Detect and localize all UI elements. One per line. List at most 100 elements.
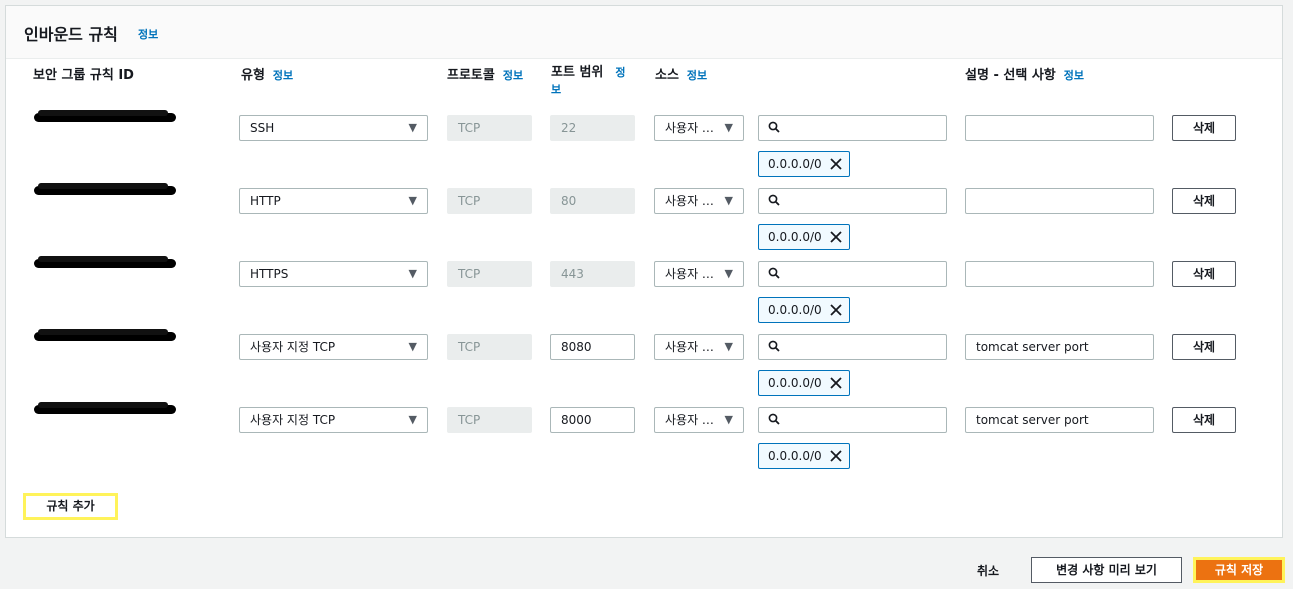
caret-down-icon: ▼ [408,340,417,353]
delete-rule-button[interactable]: 삭제 [1172,334,1236,360]
source-select[interactable]: 사용자 … ▼ [654,115,744,141]
cidr-search-input[interactable] [758,188,947,214]
panel-info-link[interactable]: 정보 [138,26,158,42]
search-icon [768,340,780,352]
type-select[interactable]: HTTPS ▼ [239,261,428,287]
type-value: 사용자 지정 TCP [250,413,336,427]
cidr-search-input[interactable] [758,407,947,433]
cidr-chip: 0.0.0.0/0 [758,443,850,469]
port-value: 22 [561,121,577,135]
cidr-search-input[interactable] [758,115,947,141]
protocol-field: TCP [447,188,532,214]
panel-header: 인바운드 규칙 정보 [6,6,1282,59]
colhead-description: 설명 - 선택 사항 정보 [965,64,1084,83]
source-select[interactable]: 사용자 … ▼ [654,407,744,433]
search-icon [768,267,780,279]
delete-rule-button[interactable]: 삭제 [1172,407,1236,433]
description-input[interactable]: tomcat server port [965,334,1154,360]
protocol-value: TCP [458,340,481,354]
colhead-type: 유형 정보 [241,64,293,83]
cidr-value: 0.0.0.0/0 [768,230,822,244]
colhead-rule-id: 보안 그룹 규칙 ID [33,68,134,83]
description-input[interactable] [965,115,1154,141]
port-value: 8000 [561,413,592,427]
source-value: 사용자 … [665,413,714,427]
rule-id-redacted [34,329,176,341]
colhead-description-label: 설명 - 선택 사항 [965,68,1056,83]
type-select[interactable]: HTTP ▼ [239,188,428,214]
caret-down-icon: ▼ [724,121,733,134]
add-rule-button[interactable]: 규칙 추가 [23,493,118,520]
cidr-chip: 0.0.0.0/0 [758,151,850,177]
preview-changes-button[interactable]: 변경 사항 미리 보기 [1031,557,1182,583]
type-select[interactable]: 사용자 지정 TCP ▼ [239,407,428,433]
close-icon[interactable] [829,303,843,317]
rule-id-redacted [34,183,176,195]
type-value: SSH [250,121,275,135]
type-select[interactable]: 사용자 지정 TCP ▼ [239,334,428,360]
protocol-value: TCP [458,194,481,208]
cidr-search-input[interactable] [758,261,947,287]
rule-row: SSH ▼ TCP 22 사용자 … ▼ 삭제 0.0.0.0/0 [6,110,1282,177]
caret-down-icon: ▼ [724,194,733,207]
rule-row: 사용자 지정 TCP ▼ TCP 8000 사용자 … ▼ tomcat ser… [6,402,1282,469]
caret-down-icon: ▼ [724,340,733,353]
save-rules-button[interactable]: 규칙 저장 [1193,557,1285,583]
delete-rule-button[interactable]: 삭제 [1172,115,1236,141]
caret-down-icon: ▼ [724,413,733,426]
rule-row: 사용자 지정 TCP ▼ TCP 8080 사용자 … ▼ tomcat ser… [6,329,1282,396]
close-icon[interactable] [829,157,843,171]
cidr-search-input[interactable] [758,334,947,360]
cidr-chip: 0.0.0.0/0 [758,224,850,250]
type-value: 사용자 지정 TCP [250,340,336,354]
panel-title: 인바운드 규칙 [24,25,118,44]
source-value: 사용자 … [665,121,714,135]
description-input[interactable] [965,261,1154,287]
cidr-chip: 0.0.0.0/0 [758,297,850,323]
source-info-link[interactable]: 정보 [687,69,707,82]
redaction-mark [38,183,168,189]
delete-rule-button[interactable]: 삭제 [1172,188,1236,214]
rule-id-redacted [34,256,176,268]
port-info-link-1[interactable]: 정 [615,66,625,79]
redaction-mark [38,402,168,408]
source-select[interactable]: 사용자 … ▼ [654,261,744,287]
source-select[interactable]: 사용자 … ▼ [654,334,744,360]
cidr-value: 0.0.0.0/0 [768,449,822,463]
cidr-chip: 0.0.0.0/0 [758,370,850,396]
description-input[interactable]: tomcat server port [965,407,1154,433]
description-input[interactable] [965,188,1154,214]
caret-down-icon: ▼ [724,267,733,280]
source-select[interactable]: 사용자 … ▼ [654,188,744,214]
port-range-input[interactable]: 8000 [550,407,635,433]
close-icon[interactable] [829,449,843,463]
type-info-link[interactable]: 정보 [273,69,293,82]
colhead-source-label: 소스 [655,68,679,83]
port-range-input[interactable]: 8080 [550,334,635,360]
source-value: 사용자 … [665,194,714,208]
protocol-info-link[interactable]: 정보 [503,69,523,82]
description-value: tomcat server port [976,413,1089,427]
search-icon [768,121,780,133]
close-icon[interactable] [829,376,843,390]
description-info-link[interactable]: 정보 [1064,69,1084,82]
port-info-link-2[interactable]: 보 [551,83,561,96]
redaction-mark [38,110,168,116]
protocol-field: TCP [447,407,532,433]
port-value: 443 [561,267,584,281]
port-value: 8080 [561,340,592,354]
colhead-source: 소스 정보 [655,64,707,83]
caret-down-icon: ▼ [408,267,417,280]
colhead-port-range-label: 포트 범위 [551,65,604,80]
protocol-value: TCP [458,267,481,281]
type-value: HTTP [250,194,281,208]
redaction-mark [38,256,168,262]
protocol-field: TCP [447,334,532,360]
close-icon[interactable] [829,230,843,244]
delete-rule-button[interactable]: 삭제 [1172,261,1236,287]
type-select[interactable]: SSH ▼ [239,115,428,141]
cancel-button[interactable]: 취소 [977,562,999,579]
port-range-input: 80 [550,188,635,214]
search-icon [768,413,780,425]
colhead-protocol: 프로토콜 정보 [447,64,523,83]
